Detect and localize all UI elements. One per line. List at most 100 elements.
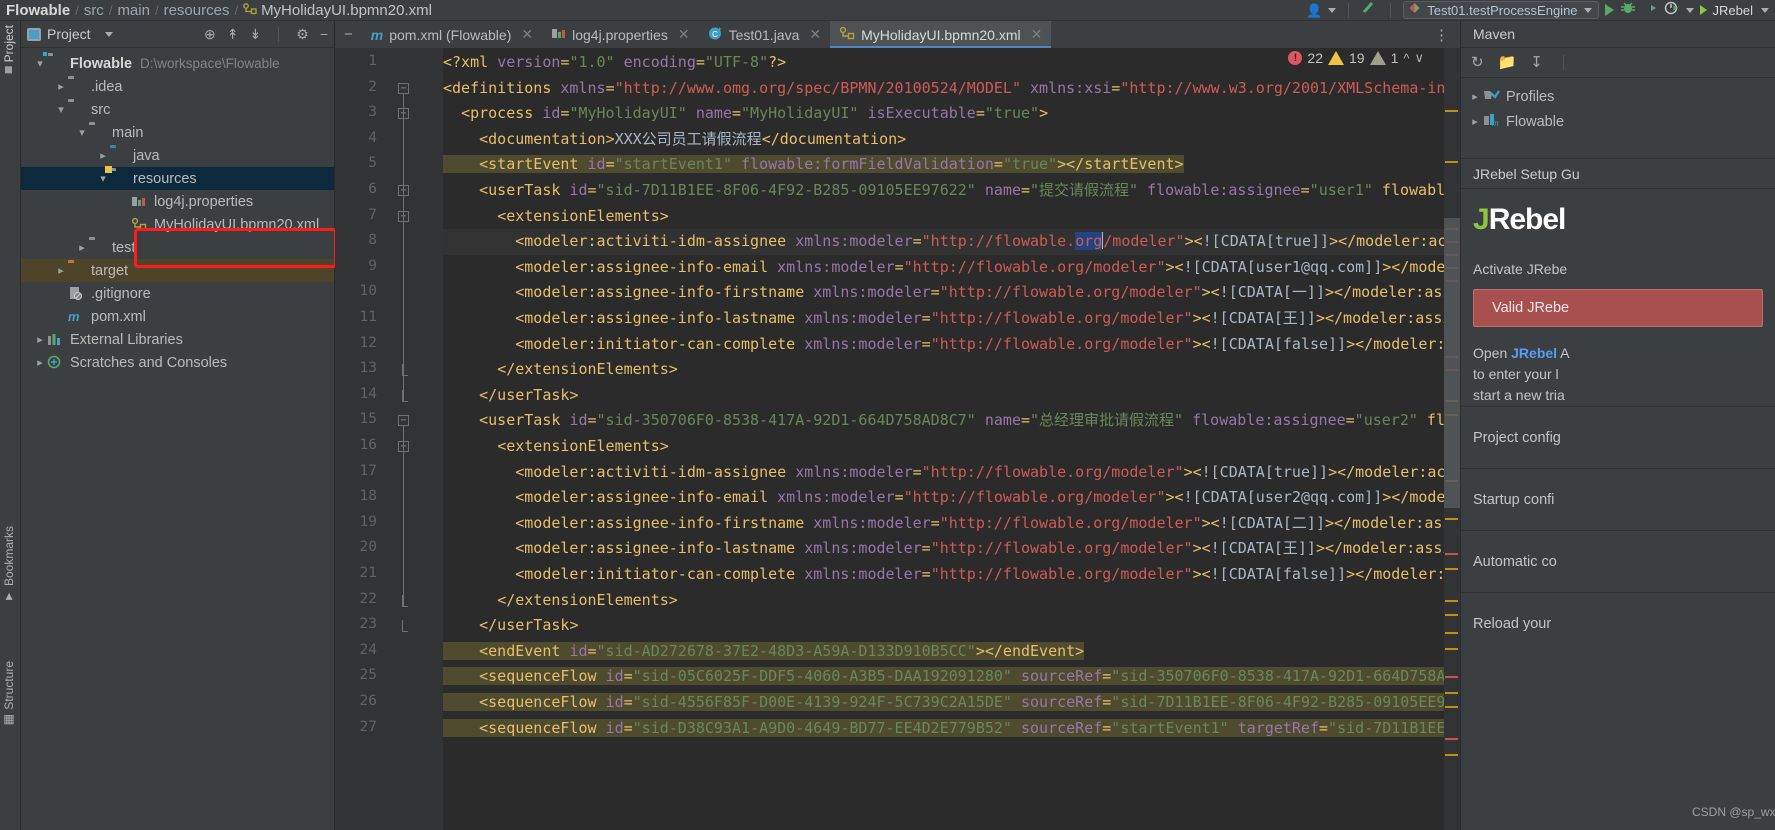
chevron-right-icon[interactable]: ▸: [33, 333, 47, 346]
tree-item-resources[interactable]: ▾ resources: [21, 166, 334, 190]
gutter-line[interactable]: 23: [335, 613, 443, 639]
chevron-right-icon[interactable]: ▸: [1467, 90, 1483, 103]
gutter-line[interactable]: 13: [335, 357, 443, 383]
chevron-down-icon[interactable]: [1761, 7, 1769, 13]
gutter-line[interactable]: 5: [335, 152, 443, 178]
tab-log4j-properties[interactable]: log4j.properties ✕: [542, 21, 698, 48]
gutter-line[interactable]: 19: [335, 511, 443, 537]
chevron-right-icon[interactable]: ▸: [33, 356, 47, 369]
chevron-down-icon[interactable]: ▾: [75, 126, 89, 139]
tab-myholidayui-bpmn20-xml[interactable]: MyHolidayUI.bpmn20.xml ✕: [830, 21, 1052, 48]
rail-item-project[interactable]: Project: [2, 25, 16, 74]
code-line[interactable]: <modeler:initiator-can-complete xmlns:mo…: [443, 562, 1460, 588]
editor-code-content[interactable]: <?xml version="1.0" encoding="UTF-8"?> <d…: [443, 48, 1460, 830]
code-line[interactable]: </userTask>: [443, 383, 578, 409]
warning-marker[interactable]: [1445, 632, 1458, 634]
maven-tree-item-profiles[interactable]: ▸ Profiles: [1461, 84, 1775, 109]
code-line[interactable]: <sequenceFlow id="sid-4556F85F-D00E-4139…: [443, 690, 1460, 716]
tree-item-myholidayui-bpmn20-xml[interactable]: MyHolidayUI.bpmn20.xml: [21, 213, 334, 236]
code-line[interactable]: <extensionElements>: [443, 434, 669, 460]
editor-options-icon[interactable]: ⋮: [1424, 21, 1460, 48]
gutter-line[interactable]: 16−: [335, 434, 443, 460]
next-problem-icon[interactable]: ∨: [1414, 50, 1424, 66]
chevron-down-icon[interactable]: [1583, 7, 1592, 13]
breadcrumb-item-2[interactable]: main: [112, 2, 155, 19]
error-marker[interactable]: [1445, 676, 1458, 678]
settings-gear-icon[interactable]: ⚙: [296, 27, 309, 41]
tree-item-flowable[interactable]: ▾ Flowable D:\workspace\Flowable: [21, 51, 334, 75]
editor-gutter[interactable]: 12−3−456−7−89101112131415−16−17181920212…: [335, 48, 443, 830]
fold-collapse-icon[interactable]: −: [398, 82, 409, 94]
tree-item-java[interactable]: ▸ java: [21, 144, 334, 167]
warning-marker[interactable]: [1445, 518, 1458, 520]
code-line[interactable]: <sequenceFlow id="sid-05C6025F-DDF5-4060…: [443, 664, 1460, 690]
chevron-down-icon[interactable]: ▾: [54, 103, 68, 116]
user-avatar-icon[interactable]: 👤: [1306, 4, 1322, 17]
gutter-line[interactable]: 11: [335, 306, 443, 332]
warning-marker[interactable]: [1445, 754, 1458, 756]
editor-scrollbar-thumb[interactable]: [1444, 218, 1460, 508]
code-line[interactable]: <modeler:initiator-can-complete xmlns:mo…: [443, 332, 1460, 358]
jrebel-guide-item-startup-confi[interactable]: Startup confi: [1461, 468, 1775, 530]
code-line[interactable]: <modeler:activiti-idm-assignee xmlns:mod…: [443, 229, 1460, 255]
code-line[interactable]: <definitions xmlns="http://www.omg.org/s…: [443, 76, 1460, 102]
tab-strip-hide-button[interactable]: −: [335, 21, 362, 48]
jrebel-activation-link[interactable]: JRebel: [1511, 345, 1557, 361]
gutter-line[interactable]: 7−: [335, 204, 443, 230]
chevron-down-icon[interactable]: ▾: [33, 57, 47, 70]
error-marker[interactable]: [1445, 738, 1458, 740]
editor-marker-gutter[interactable]: [1444, 48, 1460, 830]
warning-marker[interactable]: [1445, 706, 1458, 708]
chevron-down-icon[interactable]: [104, 31, 113, 37]
gutter-line[interactable]: 20: [335, 536, 443, 562]
warning-marker[interactable]: [1445, 692, 1458, 694]
warning-marker[interactable]: [1445, 161, 1458, 163]
jrebel-guide-item-automatic-co[interactable]: Automatic co: [1461, 530, 1775, 592]
code-line[interactable]: <?xml version="1.0" encoding="UTF-8"?>: [443, 50, 786, 76]
inspection-widget[interactable]: ! 22 19 1 ^ ∨: [1288, 50, 1424, 66]
code-line[interactable]: <modeler:assignee-info-firstname xmlns:m…: [443, 280, 1460, 306]
warning-marker[interactable]: [1445, 600, 1458, 602]
code-line[interactable]: <documentation>XXX公司员工请假流程</documentatio…: [443, 127, 906, 153]
gutter-line[interactable]: 1: [335, 50, 443, 76]
gutter-line[interactable]: 12: [335, 332, 443, 358]
jrebel-guide-item-reload-your[interactable]: Reload your: [1461, 592, 1775, 654]
chevron-right-icon[interactable]: ▸: [75, 241, 89, 254]
code-editor[interactable]: ! 22 19 1 ^ ∨ 12−3−456−7−89101112131415−…: [335, 48, 1460, 830]
tree-item-src[interactable]: ▾ src: [21, 98, 334, 121]
chevron-down-icon[interactable]: ▾: [96, 172, 110, 185]
code-line[interactable]: </extensionElements>: [443, 588, 678, 614]
gutter-line[interactable]: 24: [335, 639, 443, 665]
close-icon[interactable]: ✕: [678, 26, 690, 43]
warning-marker[interactable]: [1445, 110, 1458, 112]
tree-item-test[interactable]: ▸ test: [21, 236, 334, 259]
download-sources-icon[interactable]: ↧: [1530, 55, 1543, 70]
profile-icon[interactable]: [1664, 1, 1680, 20]
chevron-down-icon[interactable]: [1685, 7, 1694, 13]
warning-marker[interactable]: [1445, 648, 1458, 650]
jrebel-guide-item-project-config[interactable]: Project config: [1461, 406, 1775, 468]
code-line[interactable]: </userTask>: [443, 613, 578, 639]
breadcrumb-item-1[interactable]: src: [79, 2, 109, 19]
tree-item-gitignore[interactable]: .gitignore: [21, 282, 334, 305]
gutter-line[interactable]: 27: [335, 716, 443, 742]
tab-pom-xml-flowable[interactable]: m pom.xml (Flowable) ✕: [362, 21, 542, 48]
jrebel-toolbar-label[interactable]: JRebel: [1713, 3, 1755, 18]
close-icon[interactable]: ✕: [809, 26, 821, 43]
gutter-line[interactable]: 8: [335, 229, 443, 255]
code-line[interactable]: <modeler:assignee-info-lastname xmlns:mo…: [443, 536, 1460, 562]
rail-item-bookmarks[interactable]: ▼ Bookmarks: [2, 526, 16, 604]
tree-item-main[interactable]: ▾ main: [21, 121, 334, 144]
code-line[interactable]: <modeler:assignee-info-lastname xmlns:mo…: [443, 306, 1460, 332]
gutter-line[interactable]: 26: [335, 690, 443, 716]
tree-item-external-libraries[interactable]: ▸ External Libraries: [21, 328, 334, 351]
gutter-line[interactable]: 21: [335, 562, 443, 588]
valid-jrebel-license-button[interactable]: Valid JRebe: [1473, 289, 1763, 327]
breadcrumb-file[interactable]: MyHolidayUI.bpmn20.xml: [238, 2, 437, 19]
tree-item-idea[interactable]: ▸ .idea: [21, 75, 334, 98]
chevron-right-icon[interactable]: ▸: [54, 80, 68, 93]
reload-icon[interactable]: ↻: [1471, 55, 1484, 70]
warning-marker[interactable]: [1445, 568, 1458, 570]
jrebel-run-icon[interactable]: [1699, 5, 1707, 15]
gutter-line[interactable]: 14: [335, 383, 443, 409]
